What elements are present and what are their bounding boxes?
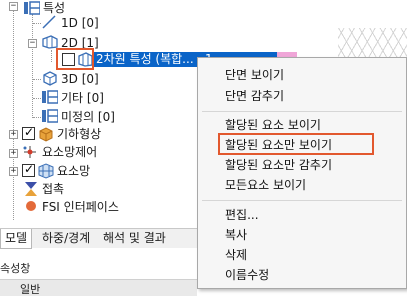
tree-item-3d[interactable]: 3D [0] xyxy=(61,70,99,88)
tree-item-label: 2차원 특성 (복합... xyxy=(96,52,194,66)
line-element-icon xyxy=(42,15,56,29)
tree-item-undefined[interactable]: 미정의 [0] xyxy=(61,108,115,126)
shell-element-icon xyxy=(42,35,58,49)
expand-toggle[interactable]: + xyxy=(9,130,18,139)
tree-guide-line xyxy=(33,79,41,80)
tree-guide-line xyxy=(32,14,33,118)
property-icon xyxy=(42,90,59,104)
menu-item-show-section[interactable]: 단면 보이기 xyxy=(225,66,284,84)
geometry-icon xyxy=(38,126,54,142)
tree-item-other[interactable]: 기타 [0] xyxy=(61,89,104,107)
menu-item-hide-only-assigned[interactable]: 할당된 요소만 감추기 xyxy=(225,156,332,174)
tree-item-geometry[interactable]: 기하형상 xyxy=(57,125,101,143)
menu-separator xyxy=(202,111,402,112)
menu-item-show-assigned[interactable]: 할당된 요소 보이기 xyxy=(225,116,321,134)
collapse-toggle[interactable]: − xyxy=(9,2,18,11)
property-icon xyxy=(24,1,41,15)
mesh-control-icon xyxy=(22,144,38,160)
properties-panel-title: 속성창 xyxy=(0,262,31,275)
tab-load-boundary[interactable]: 하중/경계 xyxy=(38,229,94,249)
properties-section-header[interactable]: 일반 xyxy=(0,279,197,296)
tree-guide-line xyxy=(33,117,41,118)
menu-separator xyxy=(202,200,402,201)
property-icon xyxy=(42,109,59,123)
contact-icon xyxy=(24,181,38,197)
tree-guide-line xyxy=(33,98,41,99)
menu-item-delete[interactable]: 삭제 xyxy=(225,246,247,264)
tab-bar: 모델 하중/경계 해석 및 결과 xyxy=(0,228,197,249)
expand-toggle[interactable]: + xyxy=(9,149,18,158)
mesh-visibility-checkbox[interactable] xyxy=(22,162,35,177)
tree-item-fsi-interface[interactable]: FSI 인터페이스 xyxy=(42,198,119,216)
fsi-interface-icon xyxy=(24,199,38,213)
tree-guide-line xyxy=(13,10,14,220)
highlight-box xyxy=(218,133,374,155)
menu-item-edit[interactable]: 편집... xyxy=(225,206,259,224)
collapse-toggle[interactable]: − xyxy=(28,39,37,48)
tree-item-mesh-control[interactable]: 요소망제어 xyxy=(42,143,97,161)
tree-guide-line xyxy=(33,23,41,24)
expand-toggle[interactable]: + xyxy=(9,167,18,176)
menu-item-show-all[interactable]: 모든요소 보이기 xyxy=(225,176,306,194)
tree-item-1d[interactable]: 1D [0] xyxy=(61,14,99,32)
mesh-icon xyxy=(38,163,54,179)
tab-analysis-results[interactable]: 해석 및 결과 xyxy=(99,229,170,249)
tab-model[interactable]: 모델 xyxy=(0,229,33,249)
tree-item-contact[interactable]: 접촉 xyxy=(42,180,64,198)
menu-item-copy[interactable]: 복사 xyxy=(225,226,247,244)
properties-section-label: 일반 xyxy=(20,283,41,296)
solid-element-icon xyxy=(42,71,58,86)
tree-item-mesh[interactable]: 요소망 xyxy=(57,162,90,180)
menu-item-hide-section[interactable]: 단면 감추기 xyxy=(225,87,284,105)
tree-guide-line xyxy=(51,50,52,62)
geometry-visibility-checkbox[interactable] xyxy=(22,125,35,140)
highlight-box xyxy=(56,48,94,70)
menu-item-rename[interactable]: 이름수정 xyxy=(225,266,269,284)
context-menu: 단면 보이기 단면 감추기 할당된 요소 보이기 할당된 요소만 보이기 할당된… xyxy=(197,57,407,289)
